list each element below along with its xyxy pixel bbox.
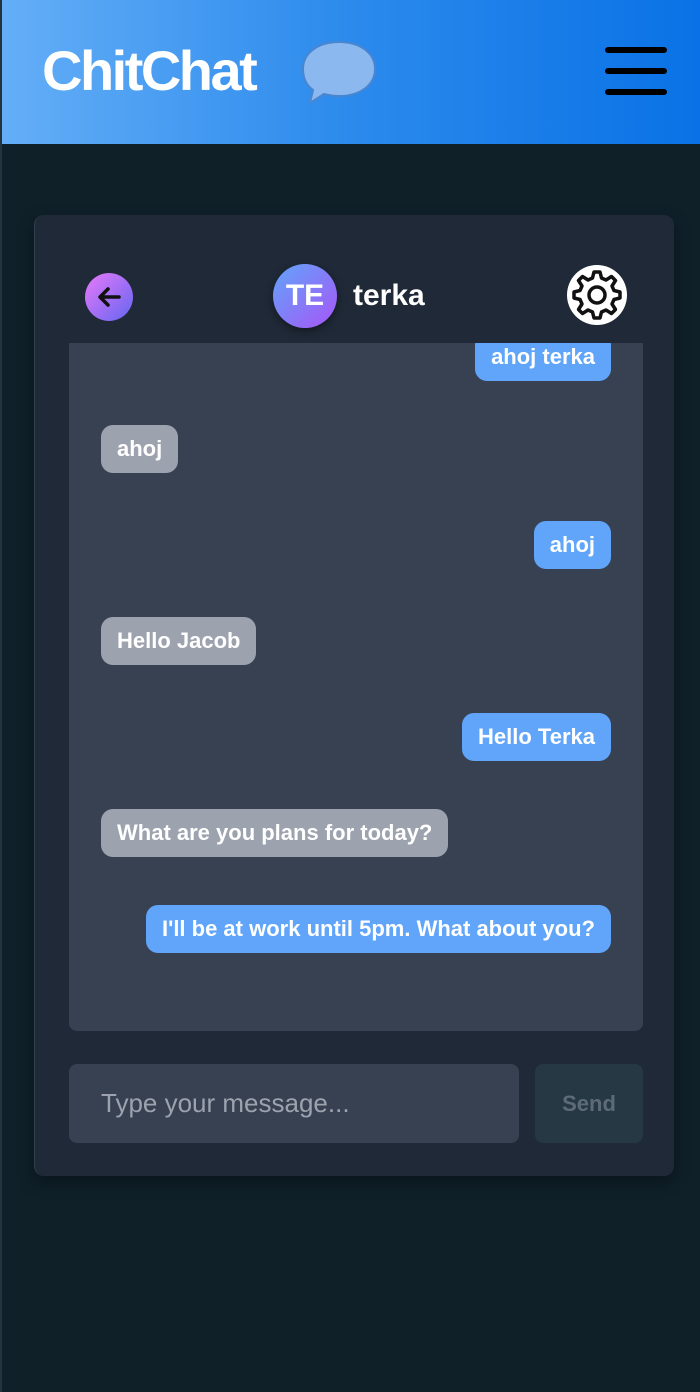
message-received: What are you plans for today? xyxy=(101,809,449,857)
message-sent: ahoj xyxy=(533,521,611,569)
settings-button[interactable] xyxy=(567,265,627,325)
avatar: TE xyxy=(273,264,337,328)
message-list[interactable]: ahoj terka ahoj ahoj Hello Jacob Hello T… xyxy=(69,249,643,1031)
message-sent: I'll be at work until 5pm. What about yo… xyxy=(145,905,611,953)
message-sent: Hello Terka xyxy=(462,713,611,761)
speech-bubble-icon xyxy=(301,40,377,106)
brand-logo-text: ChitChat xyxy=(42,39,258,102)
back-button[interactable] xyxy=(85,273,133,321)
message-input[interactable] xyxy=(69,1064,519,1143)
contact-name: terka xyxy=(353,279,425,312)
gear-icon xyxy=(572,270,622,320)
chat-header: TE terka xyxy=(69,249,643,343)
send-button[interactable]: Send xyxy=(535,1064,643,1143)
chat-panel: ahoj terka ahoj ahoj Hello Jacob Hello T… xyxy=(69,249,643,1031)
message-received: Hello Jacob xyxy=(101,617,257,665)
message-received: ahoj xyxy=(101,425,179,473)
app-header: ChitChat xyxy=(2,0,700,144)
page: ChitChat ahoj terka ahoj ahoj Hello Jaco… xyxy=(0,0,700,1392)
chat-card: ahoj terka ahoj ahoj Hello Jacob Hello T… xyxy=(34,215,674,1176)
arrow-left-icon xyxy=(98,287,121,307)
hamburger-menu-icon[interactable] xyxy=(605,47,667,97)
